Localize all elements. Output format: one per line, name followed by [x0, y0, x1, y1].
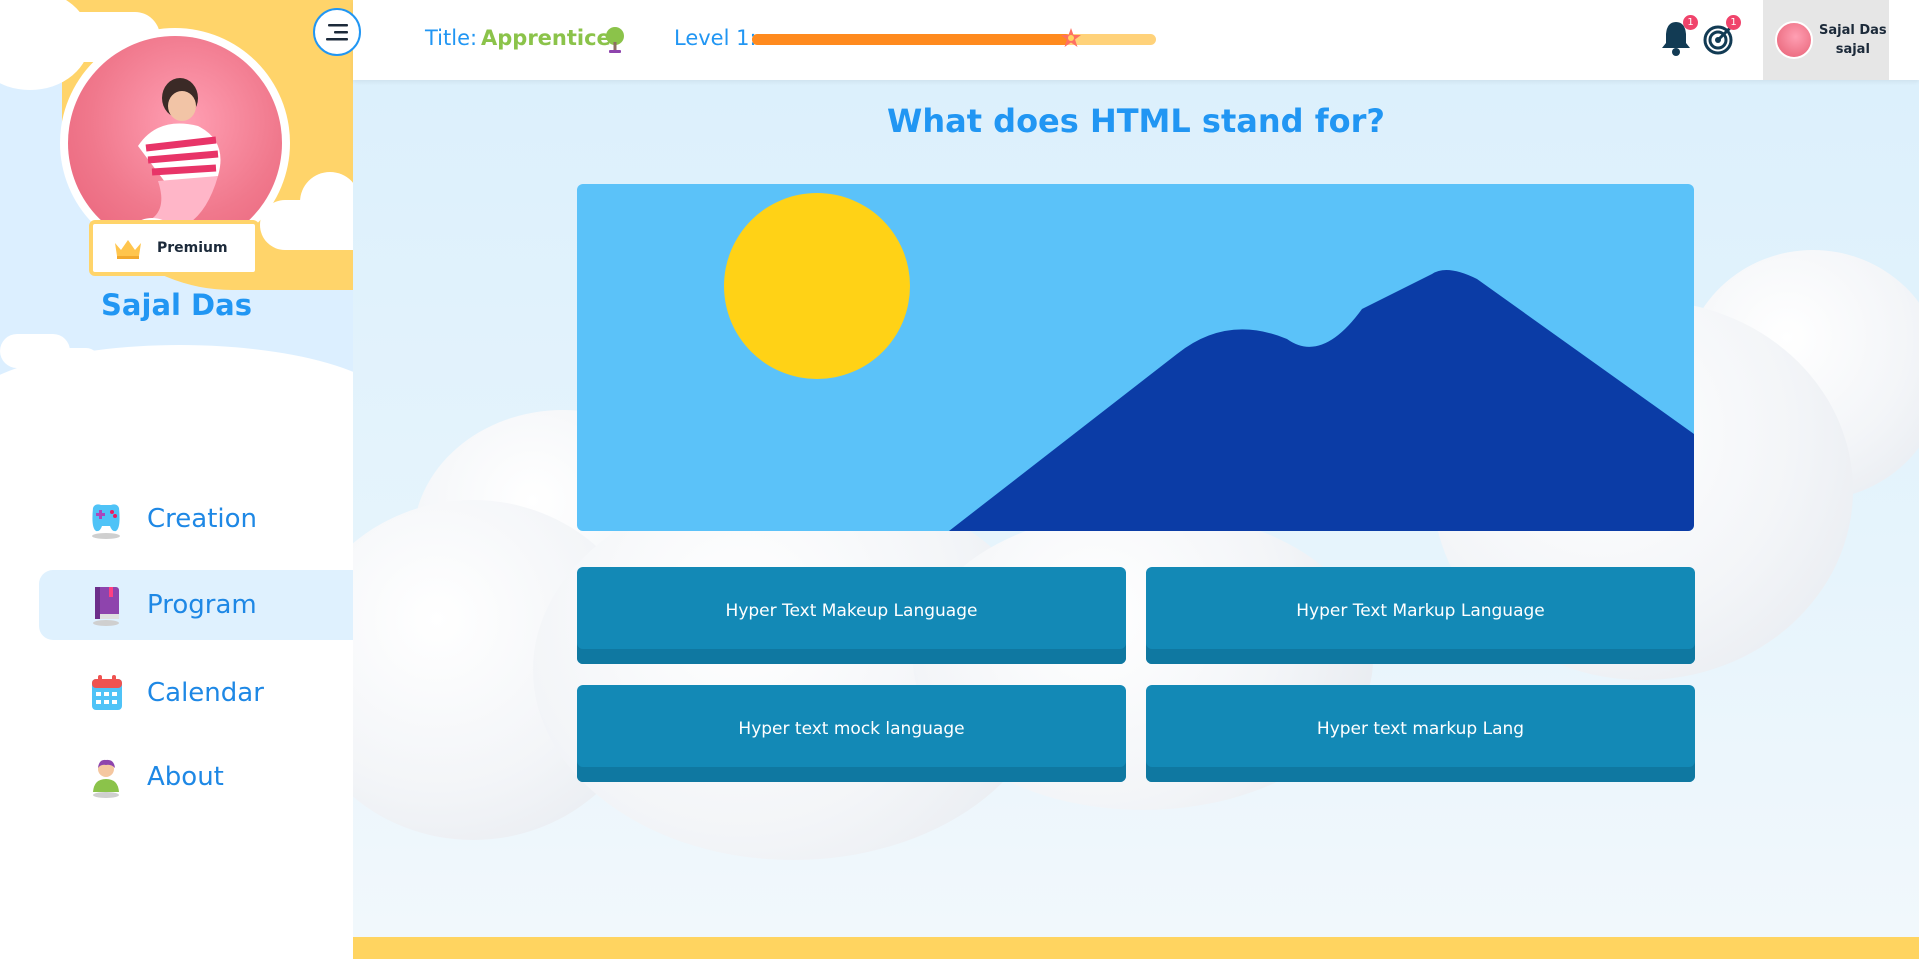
star-icon	[1061, 28, 1082, 47]
question-text: What does HTML stand for?	[887, 102, 1385, 140]
profile-name: Sajal Das	[101, 288, 252, 322]
user-menu[interactable]: Sajal Das sajal	[1763, 0, 1889, 80]
profile-photo	[68, 36, 282, 250]
notification-count-badge: 1	[1683, 15, 1698, 30]
bottom-strip	[353, 937, 1919, 959]
answer-option-2[interactable]: Hyper Text Markup Language	[1146, 567, 1695, 664]
level-label: Level 1:	[674, 26, 757, 50]
answer-label: Hyper Text Makeup Language	[725, 600, 978, 621]
goals-count-badge: 1	[1726, 15, 1741, 30]
gamepad-icon	[92, 504, 120, 539]
crown-icon	[115, 240, 141, 259]
calendar-icon	[92, 675, 122, 710]
user-names: Sajal Das sajal	[1819, 21, 1887, 59]
user-username: sajal	[1835, 42, 1870, 57]
sidebar-item-label: Calendar	[147, 678, 264, 708]
person-icon	[93, 759, 119, 798]
sidebar-item-calendar[interactable]: Calendar	[39, 658, 353, 728]
answer-option-1[interactable]: Hyper Text Makeup Language	[577, 567, 1126, 664]
mountain-icon	[949, 270, 1694, 531]
sidebar: Premium Sajal Das Creation Program Calen…	[0, 0, 353, 959]
landscape-image-icon	[724, 193, 1694, 531]
title-label: Title:	[425, 26, 478, 50]
sidebar-item-about[interactable]: About	[39, 742, 353, 812]
answer-label: Hyper text markup Lang	[1316, 718, 1525, 739]
tree-icon	[606, 27, 624, 53]
answer-label: Hyper text mock language	[738, 718, 965, 739]
notifications-button[interactable]: 1	[1658, 15, 1698, 58]
sidebar-item-label: About	[147, 762, 224, 792]
user-name: Sajal Das	[1819, 23, 1887, 38]
level-progress-fill	[752, 34, 1072, 45]
sidebar-item-label: Program	[147, 590, 257, 620]
quiz-area: What does HTML stand for? Hyper Text Mak…	[353, 80, 1919, 959]
sidebar-item-program[interactable]: Program	[39, 570, 353, 640]
sun-icon	[724, 193, 910, 379]
answer-option-3[interactable]: Hyper text mock language	[577, 685, 1126, 782]
decor-cloud	[300, 172, 353, 232]
premium-label: Premium	[157, 240, 228, 256]
title-value: Apprentice	[481, 26, 611, 50]
user-avatar	[1775, 21, 1813, 59]
answer-label: Hyper Text Markup Language	[1296, 600, 1545, 621]
menu-icon	[326, 24, 348, 41]
person-photo-icon	[138, 78, 221, 232]
sidebar-item-label: Creation	[147, 504, 258, 534]
top-bar: Title: Apprentice Level 1: 1 1 Sajal Das…	[353, 0, 1919, 80]
sidebar-wave	[0, 345, 353, 485]
sidebar-item-creation[interactable]: Creation	[39, 484, 353, 554]
goals-button[interactable]: 1	[1701, 15, 1741, 58]
question-image	[577, 184, 1694, 531]
menu-toggle-button[interactable]	[313, 8, 361, 56]
book-icon	[93, 587, 119, 626]
level-progress-bar	[752, 28, 1156, 47]
answer-option-4[interactable]: Hyper text markup Lang	[1146, 685, 1695, 782]
premium-badge: Premium	[89, 220, 259, 276]
